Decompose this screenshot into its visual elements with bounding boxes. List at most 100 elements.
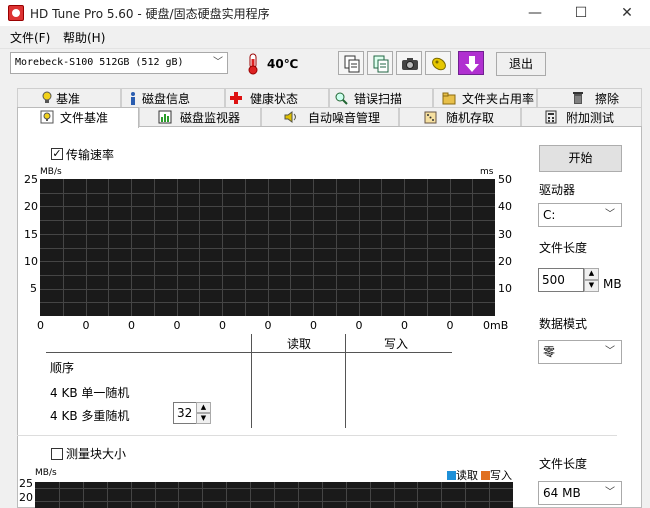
- info-i-icon: [131, 92, 135, 105]
- minimize-button[interactable]: —: [512, 0, 558, 26]
- drive-dropdown-value: C:: [543, 208, 556, 222]
- block-size-checkbox[interactable]: [51, 448, 63, 460]
- info-icon: [432, 57, 446, 71]
- tab-row-top: 基准 磁盘信息 健康状态 错误扫描 文件夹占用率 擦除: [17, 88, 642, 108]
- grid-line: [59, 482, 60, 508]
- tab-label: 错误扫描: [354, 92, 403, 106]
- tab-row-bottom: 文件基准 磁盘监视器 自动噪音管理 随机存取 附加测试: [17, 107, 642, 128]
- menu-file[interactable]: 文件(F): [10, 29, 50, 46]
- block-size-label: 测量块大小: [66, 447, 127, 461]
- tab-disk-info[interactable]: 磁盘信息: [121, 88, 225, 108]
- calculator-icon: [545, 110, 557, 124]
- temperature-readout: 40℃: [267, 57, 299, 71]
- grid-line: [417, 482, 418, 508]
- grid-line: [298, 482, 299, 508]
- legend-read-swatch: [447, 471, 456, 480]
- x-tick: 0: [128, 319, 135, 332]
- bulb-icon: [42, 91, 52, 103]
- grid-line: [465, 482, 466, 508]
- start-button[interactable]: 开始: [539, 145, 622, 172]
- grid-line: [394, 482, 395, 508]
- tab-folder-usage[interactable]: 文件夹占用率: [433, 88, 537, 108]
- x-tick: 0: [446, 319, 454, 332]
- file-bulb-icon: [40, 110, 54, 124]
- grid-line: [40, 261, 495, 262]
- exit-button[interactable]: 退出: [496, 52, 546, 76]
- close-button[interactable]: ✕: [604, 0, 650, 26]
- chart-bars-icon: [158, 110, 172, 124]
- queue-depth-input[interactable]: 32: [173, 402, 197, 424]
- table-divider: [345, 334, 346, 428]
- drive-select[interactable]: Morebeck-S100 512GB (512 gB) ﹀: [10, 52, 228, 74]
- speaker-icon: [284, 111, 296, 123]
- grid-line: [40, 275, 495, 276]
- grid-line: [370, 482, 371, 508]
- grid-line: [274, 482, 275, 508]
- legend-write-label: 写入: [490, 469, 512, 482]
- tab-random-access[interactable]: 随机存取: [399, 107, 521, 127]
- tab-error-scan[interactable]: 错误扫描: [329, 88, 433, 108]
- dice-icon: [424, 111, 437, 124]
- tab-file-benchmark[interactable]: 文件基准: [17, 107, 139, 128]
- grid-line: [322, 482, 323, 508]
- spin-up-button[interactable]: ▲: [584, 268, 599, 280]
- x-tick: 0: [37, 319, 44, 332]
- left-tick: 20: [24, 200, 38, 213]
- folder-icon: [442, 92, 456, 105]
- tab-disk-monitor[interactable]: 磁盘监视器: [139, 107, 261, 127]
- file-length-input[interactable]: 500: [538, 268, 584, 292]
- col-write-header: 写入: [384, 337, 409, 351]
- menu-help[interactable]: 帮助(H): [63, 29, 105, 46]
- left-tick: 10: [24, 255, 38, 268]
- copy-button[interactable]: [338, 51, 364, 75]
- copy-all-button[interactable]: [367, 51, 393, 75]
- tab-label: 磁盘监视器: [180, 111, 241, 125]
- file-length-unit: MB: [603, 277, 622, 291]
- left-tick: 5: [30, 282, 37, 295]
- grid-line: [83, 482, 84, 508]
- grid-line: [40, 234, 495, 235]
- tab-health[interactable]: 健康状态: [225, 88, 329, 108]
- section-divider: [17, 435, 617, 436]
- file-length-dropdown[interactable]: 64 MB ﹀: [538, 481, 622, 505]
- tab-label: 擦除: [595, 92, 620, 106]
- file-length-label: 文件长度: [539, 241, 588, 255]
- grid-line: [40, 206, 495, 207]
- drive-label: 驱动器: [539, 183, 576, 197]
- grid-line: [202, 482, 203, 508]
- info-button[interactable]: [425, 51, 451, 75]
- spin-up-button[interactable]: ▲: [196, 402, 211, 413]
- table-header-line: [46, 352, 452, 353]
- x-tick: 0: [310, 319, 317, 332]
- chevron-down-icon: ﹀: [605, 209, 615, 220]
- data-mode-dropdown[interactable]: 零 ﹀: [538, 340, 622, 364]
- spin-down-button[interactable]: ▼: [584, 280, 599, 292]
- drive-dropdown[interactable]: C: ﹀: [538, 203, 622, 227]
- tab-aam[interactable]: 自动噪音管理: [261, 107, 399, 127]
- download-button[interactable]: [458, 51, 484, 75]
- right-axis-unit: ms: [480, 167, 494, 177]
- x-tick: 0mB: [483, 319, 509, 332]
- spin-down-button[interactable]: ▼: [196, 413, 211, 424]
- grid-line: [40, 248, 495, 249]
- maximize-button[interactable]: ☐: [558, 0, 604, 26]
- row-4kb-multi: 4 KB 多重随机: [50, 409, 130, 423]
- tab-erase[interactable]: 擦除: [537, 88, 642, 108]
- x-tick: 0: [173, 319, 181, 332]
- screenshot-button[interactable]: [396, 51, 422, 75]
- data-mode-label: 数据模式: [539, 317, 588, 331]
- transfer-rate-label: 传输速率: [66, 148, 115, 162]
- tab-benchmark[interactable]: 基准: [17, 88, 121, 108]
- row-4kb-single: 4 KB 单一随机: [50, 386, 130, 400]
- health-cross-icon: [230, 92, 242, 104]
- left-axis-unit: MB/s: [40, 167, 62, 177]
- left-tick: 25: [24, 173, 38, 186]
- title-bar: HD Tune Pro 5.60 - 硬盘/固态硬盘实用程序 — ☐ ✕: [0, 0, 650, 26]
- transfer-rate-checkbox[interactable]: ✓: [51, 148, 63, 160]
- tab-extra-tests[interactable]: 附加测试: [521, 107, 642, 127]
- block-tick: 25: [19, 477, 33, 490]
- grid-line: [178, 482, 179, 508]
- file-length-dropdown-value: 64 MB: [543, 486, 581, 500]
- grid-line: [107, 482, 108, 508]
- grid-line: [346, 482, 347, 508]
